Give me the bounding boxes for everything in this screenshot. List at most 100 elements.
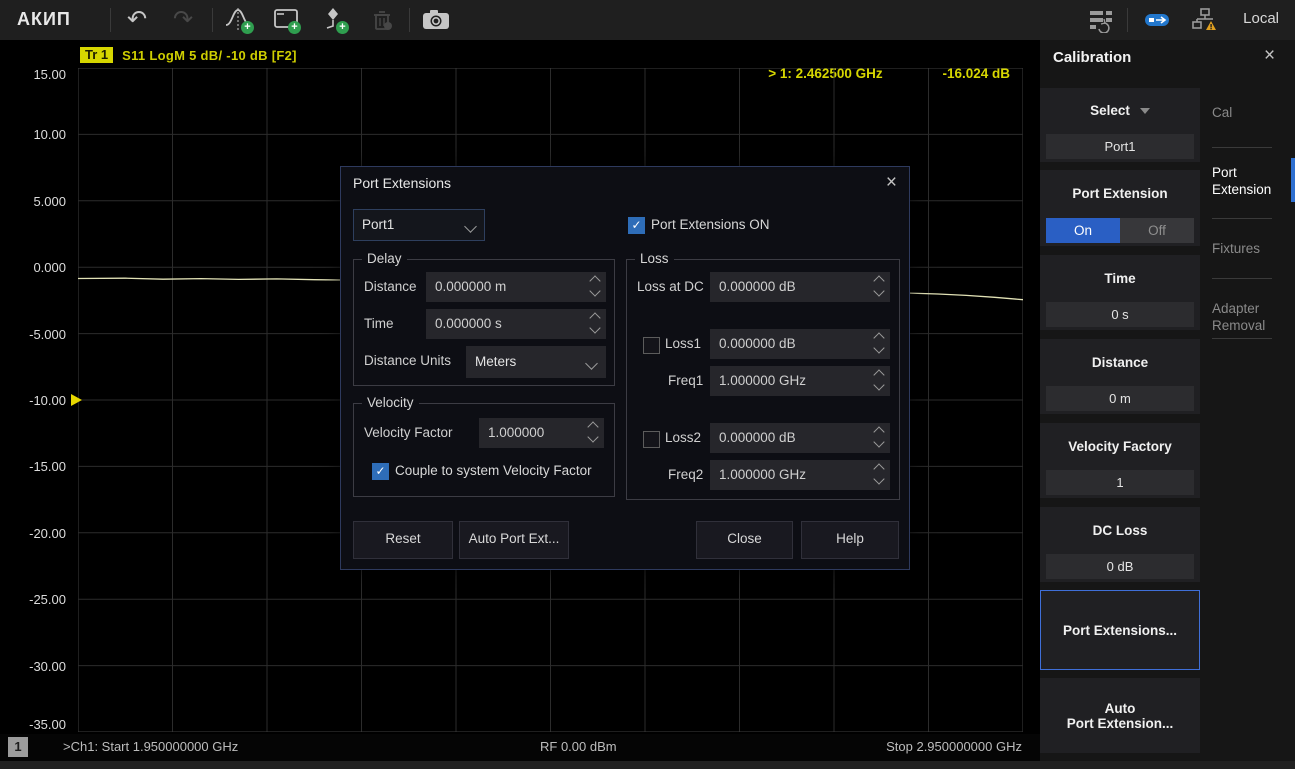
status-bar: 1 >Ch1: Start 1.950000000 GHz RF 0.00 dB… bbox=[0, 734, 1040, 761]
freq1-field[interactable]: 1.000000 GHz bbox=[710, 366, 890, 396]
add-window-icon: + bbox=[272, 6, 302, 34]
distance-label: Distance bbox=[1040, 339, 1200, 386]
distance-units-dropdown[interactable]: Meters bbox=[466, 346, 606, 378]
port-select-dropdown[interactable]: Port1 bbox=[353, 209, 485, 241]
spinner-icon[interactable] bbox=[873, 272, 885, 302]
freq2-field[interactable]: 1.000000 GHz bbox=[710, 460, 890, 490]
y-axis-tick-label: -35.00 bbox=[18, 717, 66, 732]
spinner-icon[interactable] bbox=[589, 272, 601, 302]
redo-button[interactable]: ↷ bbox=[164, 4, 202, 36]
toolbar-separator bbox=[212, 8, 213, 32]
y-axis-tick-label: 0.000 bbox=[18, 260, 66, 275]
screenshot-button[interactable] bbox=[417, 4, 455, 36]
delete-icon bbox=[369, 7, 395, 33]
loss-group: Loss Loss at DC 0.000000 dB Loss1 0.0000… bbox=[626, 259, 900, 500]
help-button[interactable]: Help bbox=[801, 521, 899, 559]
reset-button[interactable]: Reset bbox=[353, 521, 453, 559]
top-toolbar: АКИП ↶ ↷ + + bbox=[0, 0, 1295, 40]
spinner-icon[interactable] bbox=[587, 418, 599, 448]
channel-badge[interactable]: 1 bbox=[8, 737, 28, 757]
loss-legend: Loss bbox=[635, 251, 674, 266]
velocity-legend: Velocity bbox=[362, 395, 419, 410]
undo-button[interactable]: ↶ bbox=[118, 4, 156, 36]
port-extensions-dialog: Port Extensions × Port1 ✓ Port Extension… bbox=[340, 166, 910, 570]
loss1-label[interactable]: Loss1 bbox=[665, 329, 701, 359]
y-axis-tick-label: -25.00 bbox=[18, 592, 66, 607]
loss1-field[interactable]: 0.000000 dB bbox=[710, 329, 890, 359]
y-axis-tick-label: -5.000 bbox=[18, 327, 66, 342]
distance-field[interactable]: 0.000000 m bbox=[426, 272, 606, 302]
port-extensions-on-label[interactable]: Port Extensions ON bbox=[651, 217, 770, 233]
spinner-icon[interactable] bbox=[589, 309, 601, 339]
select-block[interactable]: Select Port1 bbox=[1040, 88, 1200, 162]
close-button[interactable]: Close bbox=[696, 521, 793, 559]
velocity-factory-value[interactable]: 1 bbox=[1046, 470, 1194, 495]
dc-loss-value[interactable]: 0 dB bbox=[1046, 554, 1194, 579]
spinner-icon[interactable] bbox=[873, 460, 885, 490]
add-marker-button[interactable]: + bbox=[316, 4, 354, 36]
select-value[interactable]: Port1 bbox=[1046, 134, 1194, 159]
tab-cal[interactable]: Cal bbox=[1212, 104, 1292, 121]
toolbar-separator bbox=[1127, 8, 1128, 32]
spinner-icon[interactable] bbox=[873, 423, 885, 453]
active-tab-indicator bbox=[1291, 158, 1295, 202]
sweep-layout-icon bbox=[1087, 7, 1115, 33]
delete-button[interactable] bbox=[363, 4, 401, 36]
panel-title: Calibration bbox=[1053, 49, 1131, 66]
sweep-layout-button[interactable] bbox=[1082, 4, 1120, 36]
trace-badge[interactable]: Tr 1 bbox=[80, 47, 113, 63]
dc-loss-block[interactable]: DC Loss 0 dB bbox=[1040, 507, 1200, 582]
auto-port-extension-button[interactable]: Auto Port Extension... bbox=[1040, 678, 1200, 753]
toggle-on-button[interactable]: On bbox=[1046, 218, 1120, 243]
loss2-label[interactable]: Loss2 bbox=[665, 423, 701, 453]
couple-velocity-label[interactable]: Couple to system Velocity Factor bbox=[395, 463, 592, 479]
loss2-checkbox[interactable] bbox=[643, 431, 660, 448]
tab-separator bbox=[1212, 278, 1272, 279]
time-field[interactable]: 0.000000 s bbox=[426, 309, 606, 339]
port-extension-label: Port Extension bbox=[1040, 170, 1200, 218]
couple-velocity-checkbox[interactable]: ✓ bbox=[372, 463, 389, 480]
time-block[interactable]: Time 0 s bbox=[1040, 255, 1200, 330]
rf-power-label[interactable]: RF 0.00 dBm bbox=[540, 739, 617, 754]
add-marker-icon: + bbox=[320, 6, 350, 34]
dialog-close-icon[interactable]: × bbox=[886, 172, 897, 194]
time-label: Time bbox=[1040, 255, 1200, 302]
reference-level-marker-icon[interactable] bbox=[71, 394, 82, 406]
port-extensions-on-checkbox[interactable]: ✓ bbox=[628, 217, 645, 234]
velocity-factor-field[interactable]: 1.000000 bbox=[479, 418, 604, 448]
freq1-label: Freq1 bbox=[668, 366, 703, 396]
add-window-button[interactable]: + bbox=[268, 4, 306, 36]
y-axis-tick-label: -15.00 bbox=[18, 459, 66, 474]
time-value[interactable]: 0 s bbox=[1046, 302, 1194, 327]
start-frequency-label[interactable]: >Ch1: Start 1.950000000 GHz bbox=[63, 739, 238, 754]
spinner-icon[interactable] bbox=[873, 366, 885, 396]
tab-port-extension[interactable]: Port Extension bbox=[1212, 164, 1292, 198]
trace-header[interactable]: Tr 1 S11 LogM 5 dB/ -10 dB [F2] bbox=[80, 47, 297, 63]
add-trace-button[interactable]: + bbox=[221, 4, 259, 36]
loss1-checkbox[interactable] bbox=[643, 337, 660, 354]
panel-close-icon[interactable]: × bbox=[1264, 45, 1275, 67]
toggle-off-button[interactable]: Off bbox=[1120, 218, 1194, 243]
toolbar-separator bbox=[409, 8, 410, 32]
loss2-field[interactable]: 0.000000 dB bbox=[710, 423, 890, 453]
chevron-down-icon bbox=[585, 357, 598, 370]
usb-status-button[interactable] bbox=[1138, 4, 1176, 36]
local-mode-label[interactable]: Local bbox=[1243, 10, 1279, 27]
velocity-factory-label: Velocity Factory bbox=[1040, 423, 1200, 470]
velocity-factory-block[interactable]: Velocity Factory 1 bbox=[1040, 423, 1200, 498]
spinner-icon[interactable] bbox=[873, 329, 885, 359]
brand-logo: АКИП bbox=[17, 9, 71, 30]
velocity-factor-label: Velocity Factor bbox=[364, 418, 453, 448]
port-extensions-dialog-button[interactable]: Port Extensions... bbox=[1040, 590, 1200, 670]
y-axis-tick-label: 15.00 bbox=[18, 67, 66, 82]
lan-status-button[interactable] bbox=[1186, 4, 1224, 36]
undo-icon: ↶ bbox=[127, 6, 147, 34]
distance-value[interactable]: 0 m bbox=[1046, 386, 1194, 411]
auto-port-ext-button[interactable]: Auto Port Ext... bbox=[459, 521, 569, 559]
loss-at-dc-field[interactable]: 0.000000 dB bbox=[710, 272, 890, 302]
distance-block[interactable]: Distance 0 m bbox=[1040, 339, 1200, 414]
stop-frequency-label[interactable]: Stop 2.950000000 GHz bbox=[886, 739, 1022, 754]
tab-fixtures[interactable]: Fixtures bbox=[1212, 240, 1292, 257]
port-extension-toggle: On Off bbox=[1046, 218, 1194, 243]
tab-adapter-removal[interactable]: Adapter Removal bbox=[1212, 300, 1292, 334]
